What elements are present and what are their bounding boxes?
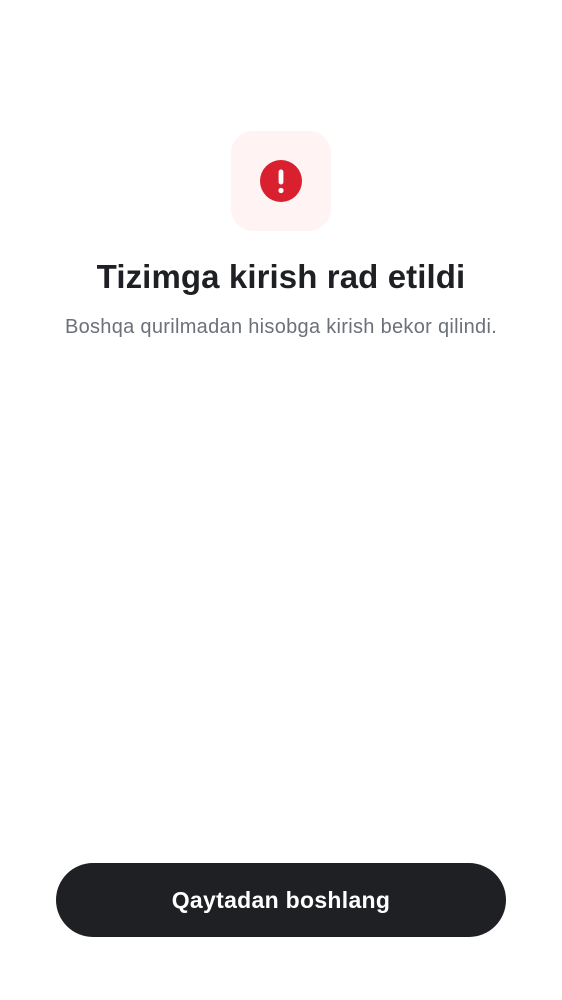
page-title: Tizimga kirish rad etildi: [96, 258, 466, 295]
exclamation-circle-icon: [260, 160, 302, 202]
restart-button[interactable]: Qaytadan boshlang: [56, 863, 506, 937]
alert-icon-tile: [231, 131, 331, 231]
login-denied-screen: Tizimga kirish rad etildi Boshqa qurilma…: [0, 0, 562, 1000]
status-message: Boshqa qurilmadan hisobga kirish bekor q…: [64, 316, 498, 338]
